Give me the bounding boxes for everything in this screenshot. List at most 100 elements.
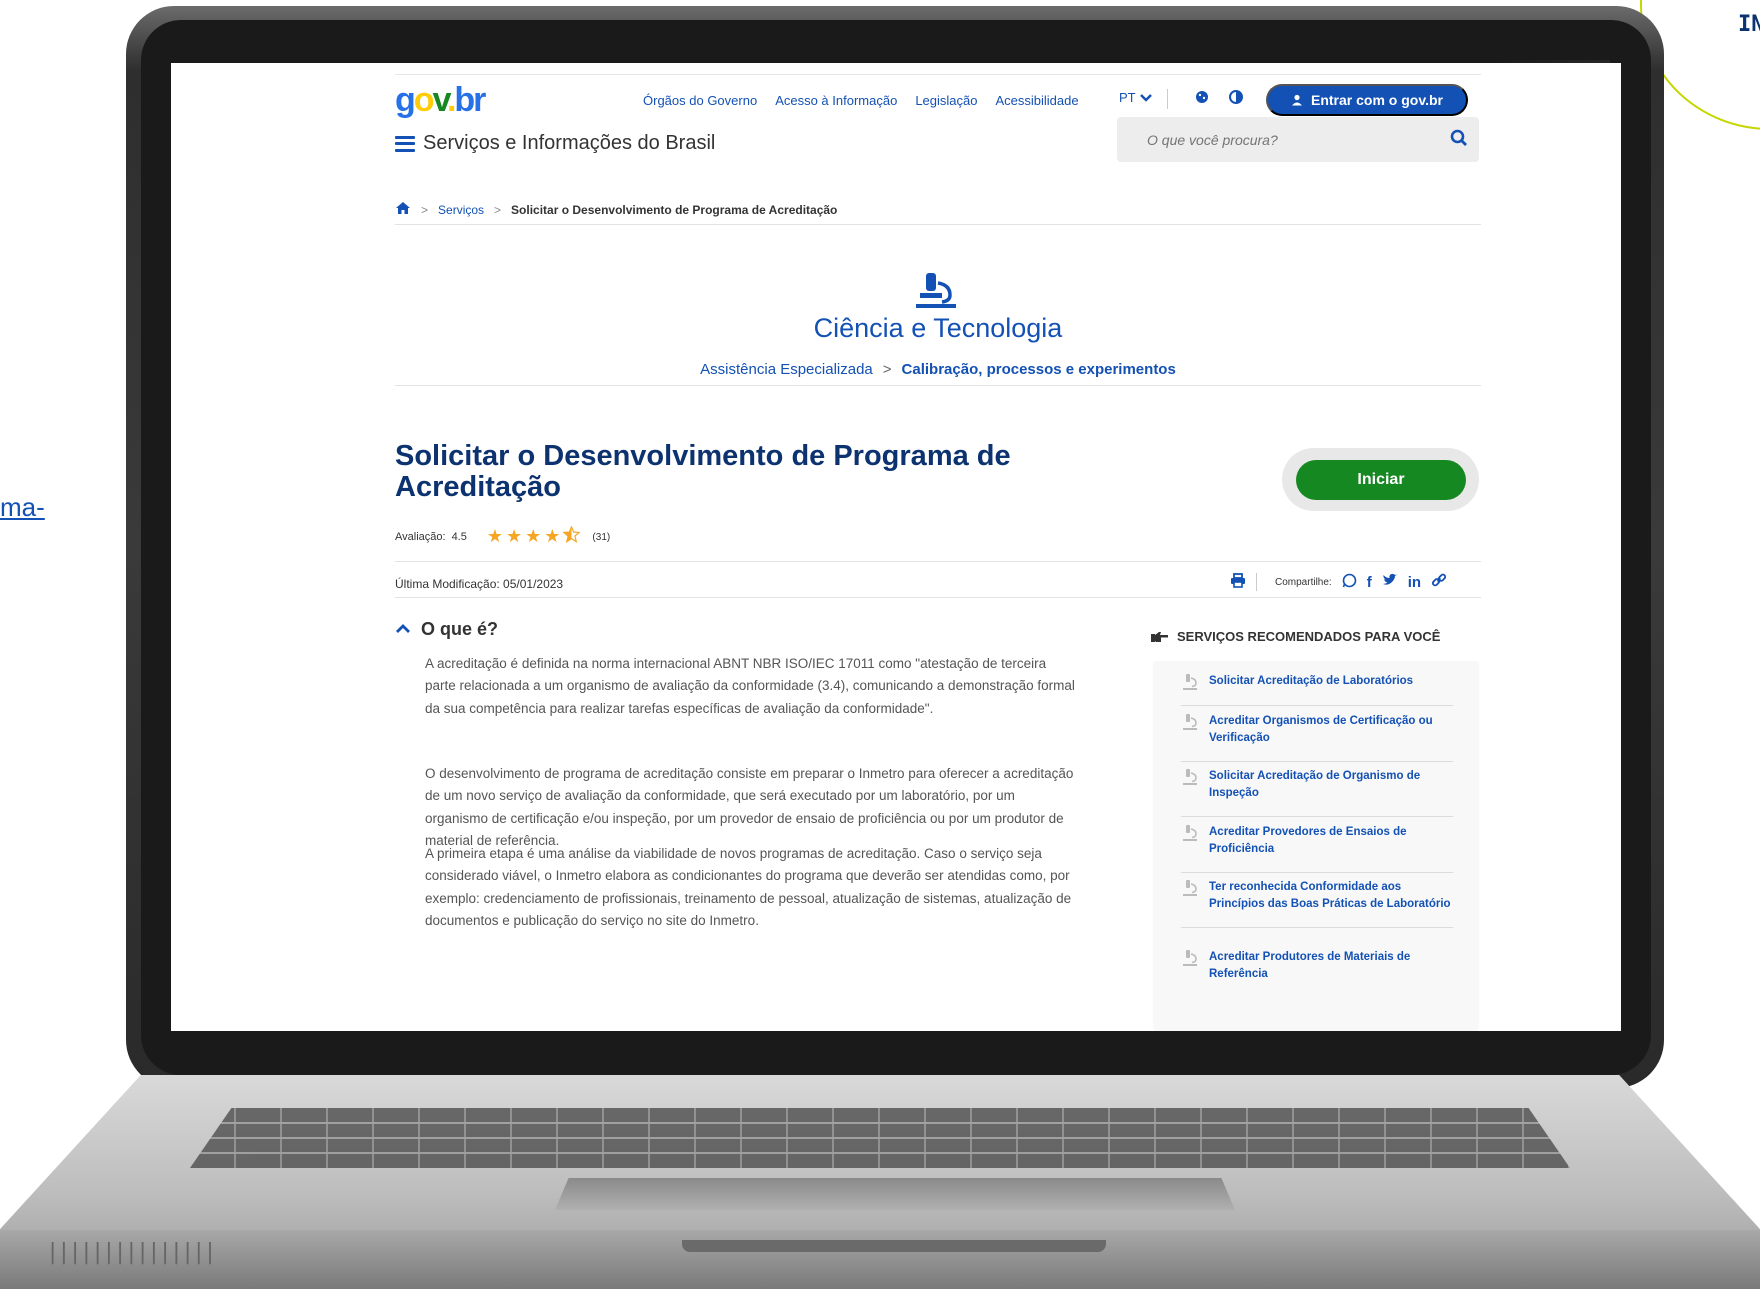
divider	[395, 224, 1481, 225]
link-icon[interactable]	[1431, 572, 1447, 592]
link-orgaos-governo[interactable]: Órgãos do Governo	[643, 93, 757, 108]
page-title: Solicitar o Desenvolvimento de Programa …	[395, 440, 1011, 503]
subcategory-separator: >	[882, 361, 892, 378]
language-selector[interactable]: PT	[1119, 90, 1152, 105]
chevron-up-icon	[395, 621, 411, 639]
breadcrumb-separator: >	[494, 203, 502, 217]
chevron-down-icon	[1139, 93, 1152, 102]
breadcrumb-separator: >	[421, 203, 429, 217]
contrast-icon[interactable]	[1225, 88, 1247, 110]
site-title: Serviços e Informações do Brasil	[423, 132, 716, 154]
corner-partial-text: IN	[1738, 12, 1760, 37]
microscope-icon	[1183, 825, 1197, 841]
screen-glare	[1490, 60, 1610, 1010]
microscope-icon	[1183, 769, 1197, 785]
user-icon	[1292, 94, 1302, 106]
paragraph-definition: A acreditação é definida na norma intern…	[425, 656, 1075, 716]
govbr-page: gov.br Órgãos do Governo Acesso à Inform…	[395, 63, 1481, 1031]
search-input[interactable]	[1147, 131, 1439, 148]
paragraph-development: O desenvolvimento de programa de acredit…	[425, 766, 1074, 848]
rating-row: Avaliação: 4.5 ★ ★ ★ ★ (31)	[395, 525, 611, 548]
start-button-container: Iniciar	[1282, 448, 1479, 511]
laptop-front-edge	[0, 1230, 1760, 1289]
facebook-icon[interactable]: f	[1367, 574, 1372, 591]
star-icon[interactable]: ★	[525, 526, 541, 548]
divider	[395, 385, 1481, 386]
subcategory-current[interactable]: Calibração, processos e experimentos	[902, 361, 1176, 378]
rating-stars[interactable]: ★ ★ ★ ★	[487, 525, 582, 548]
twitter-icon[interactable]	[1382, 573, 1398, 591]
laptop-notch	[682, 1240, 1106, 1252]
breadcrumb: > Serviços > Solicitar o Desenvolvimento…	[395, 201, 837, 219]
search-bar	[1117, 117, 1479, 162]
divider	[395, 561, 1481, 562]
login-label: Entrar com o gov.br	[1311, 92, 1443, 108]
govbr-logo[interactable]: gov.br	[395, 81, 486, 120]
microscope-icon	[916, 273, 956, 308]
hamburger-menu-icon[interactable]	[395, 135, 415, 152]
last-modified: Última Modificação: 05/01/2023	[395, 577, 564, 591]
recommended-item[interactable]: Solicitar Acreditação de Laboratórios	[1181, 673, 1453, 706]
header-separator	[1167, 89, 1168, 109]
recommended-item[interactable]: Ter reconhecida Conformidade aos Princíp…	[1181, 879, 1453, 928]
top-links: Órgãos do Governo Acesso à Informação Le…	[643, 93, 1079, 108]
star-icon[interactable]: ★	[506, 526, 522, 548]
laptop-vent: |||||||||||||||	[46, 1240, 217, 1265]
category-subcategories: Assistência Especializada > Calibração, pr…	[395, 361, 1481, 378]
microscope-icon	[1183, 714, 1197, 730]
microscope-icon	[1183, 950, 1197, 966]
star-half-icon[interactable]	[562, 525, 582, 548]
search-icon[interactable]	[1439, 128, 1479, 152]
recommended-item-label: Ter reconhecida Conformidade aos Princíp…	[1209, 881, 1451, 910]
recommended-list: Solicitar Acreditação de Laboratórios Ac…	[1153, 661, 1479, 1031]
rating-count: (31)	[592, 531, 611, 543]
recommended-title: SERVIÇOS RECOMENDADOS PARA VOCÊ	[1177, 629, 1441, 644]
recommended-item-label: Solicitar Acreditação de Laboratórios	[1209, 675, 1414, 687]
microscope-icon	[1183, 674, 1197, 690]
laptop-screen: gov.br Órgãos do Governo Acesso à Inform…	[171, 63, 1621, 1031]
start-button[interactable]: Iniciar	[1296, 460, 1466, 500]
section-title: O que é?	[421, 619, 499, 639]
recommended-header: SERVIÇOS RECOMENDADOS PARA VOCÊ	[1151, 629, 1440, 644]
section-header-what-is[interactable]: O que é?	[395, 619, 498, 640]
laptop-trackpad	[555, 1178, 1235, 1210]
language-label: PT	[1119, 90, 1136, 105]
link-acessibilidade[interactable]: Acessibilidade	[995, 93, 1078, 108]
partial-link-text[interactable]: ma-	[0, 492, 45, 523]
laptop-keyboard	[190, 1108, 1570, 1168]
link-legislacao[interactable]: Legislação	[915, 93, 977, 108]
link-acesso-informacao[interactable]: Acesso à Informação	[775, 93, 897, 108]
breadcrumb-services[interactable]: Serviços	[438, 203, 484, 217]
recommended-item[interactable]: Acreditar Organismos de Certificação ou …	[1181, 713, 1453, 762]
print-icon[interactable]	[1230, 572, 1246, 592]
recommended-item-label: Acreditar Organismos de Certificação ou …	[1209, 715, 1433, 744]
share-separator	[1256, 573, 1257, 591]
recommended-item-label: Acreditar Provedores de Ensaios de Profi…	[1209, 826, 1407, 855]
recommended-item[interactable]: Solicitar Acreditação de Organismo de In…	[1181, 768, 1453, 817]
share-label: Compartilhe:	[1275, 576, 1332, 588]
rating-value: 4.5	[451, 531, 467, 543]
whatsapp-icon[interactable]	[1342, 573, 1357, 592]
recommended-item[interactable]: Acreditar Provedores de Ensaios de Profi…	[1181, 824, 1453, 873]
microscope-icon	[1183, 880, 1197, 896]
star-icon[interactable]: ★	[487, 526, 503, 548]
pointing-hand-icon	[1151, 631, 1168, 642]
home-icon[interactable]	[395, 201, 411, 219]
breadcrumb-current: Solicitar o Desenvolvimento de Programa …	[511, 203, 838, 217]
subcategory-link[interactable]: Assistência Especializada	[700, 361, 873, 378]
share-bar: Compartilhe: f in	[1230, 572, 1447, 592]
linkedin-icon[interactable]: in	[1408, 574, 1421, 591]
recommended-item[interactable]: Acreditar Produtores de Materiais de Ref…	[1181, 949, 1453, 997]
slide-stage: ma- IN ||||||||||||||| gov.br Órgãos do …	[0, 0, 1760, 1289]
recommended-item-label: Acreditar Produtores de Materiais de Ref…	[1209, 951, 1411, 980]
login-govbr-button[interactable]: Entrar com o gov.br	[1266, 84, 1468, 116]
star-icon[interactable]: ★	[544, 526, 560, 548]
divider	[395, 597, 1481, 598]
category-title: Ciência e Tecnologia	[813, 313, 1063, 343]
top-divider	[395, 74, 1481, 75]
main-menu-row: Serviços e Informações do Brasil	[395, 132, 715, 155]
paragraph-first-step: A primeira etapa é uma análise da viabil…	[425, 846, 1072, 928]
rating-label: Avaliação:	[395, 531, 446, 543]
recommended-item-label: Solicitar Acreditação de Organismo de In…	[1209, 770, 1421, 799]
cookie-icon[interactable]	[1191, 88, 1213, 110]
